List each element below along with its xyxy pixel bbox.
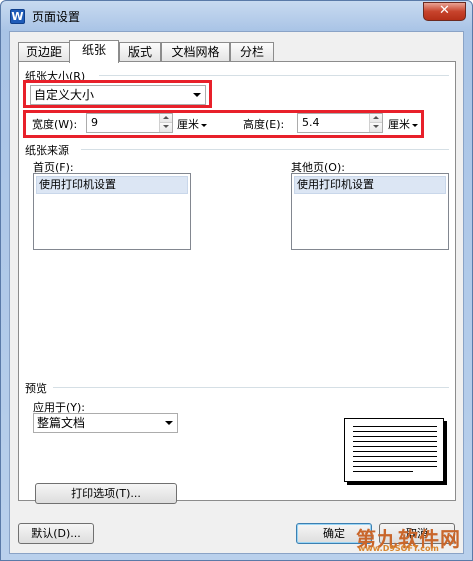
height-spinbox[interactable]: 5.4 <box>297 113 383 133</box>
chevron-down-icon <box>190 88 203 102</box>
caret-down-icon <box>412 123 418 127</box>
preview-line <box>353 466 437 467</box>
page-preview <box>344 418 444 482</box>
preview-line <box>353 441 437 442</box>
apply-to-selected: 整篇文档 <box>37 416 86 430</box>
spin-down-icon[interactable] <box>160 123 172 132</box>
width-unit-dropdown[interactable]: 厘米 <box>177 116 207 132</box>
group-divider <box>81 149 449 150</box>
close-button[interactable]: ✕ <box>423 2 466 21</box>
width-value: 9 <box>91 116 98 129</box>
spin-down-icon[interactable] <box>370 123 382 132</box>
tab-layout[interactable]: 版式 <box>119 42 161 62</box>
tab-margins[interactable]: 页边距 <box>18 42 70 62</box>
tab-columns[interactable]: 分栏 <box>230 42 274 62</box>
other-pages-list[interactable]: 使用打印机设置 <box>291 173 449 250</box>
preview-line <box>353 461 437 462</box>
width-spin-buttons <box>159 114 172 132</box>
chevron-down-icon <box>162 416 175 430</box>
watermark-url: www.D9SOFT.com <box>358 544 439 553</box>
tab-paper[interactable]: 纸张 <box>69 40 119 63</box>
paper-size-select[interactable]: 自定义大小 <box>30 85 206 105</box>
page-setup-dialog: W 页面设置 ✕ 页边距 纸张 版式 文档网格 分栏 纸张大小(R) 自定义大小… <box>0 0 473 561</box>
height-label: 高度(E): <box>243 118 285 131</box>
dialog-body: 页边距 纸张 版式 文档网格 分栏 纸张大小(R) 自定义大小 宽度(W): 9 <box>9 31 464 554</box>
list-item[interactable]: 使用打印机设置 <box>294 176 446 194</box>
print-options-button[interactable]: 打印选项(T)... <box>35 483 177 504</box>
apply-to-select[interactable]: 整篇文档 <box>33 413 178 433</box>
preview-line <box>353 456 437 457</box>
group-divider <box>53 387 449 388</box>
first-page-list[interactable]: 使用打印机设置 <box>33 173 191 250</box>
paper-size-selected: 自定义大小 <box>34 88 95 102</box>
preview-line <box>353 471 413 472</box>
preview-line <box>353 446 437 447</box>
site-watermark-logo: 第九软件网 www.D9SOFT.com <box>356 523 464 555</box>
tab-document-grid[interactable]: 文档网格 <box>161 42 230 62</box>
width-label: 宽度(W): <box>32 118 78 131</box>
preview-line <box>353 426 437 427</box>
preview-group-label: 预览 <box>25 382 47 395</box>
preview-line <box>353 431 437 432</box>
spin-up-icon[interactable] <box>370 114 382 123</box>
list-item[interactable]: 使用打印机设置 <box>36 176 188 194</box>
caret-down-icon <box>201 123 207 127</box>
group-divider <box>99 75 449 76</box>
height-value: 5.4 <box>302 116 320 129</box>
default-button[interactable]: 默认(D)... <box>18 523 94 544</box>
height-unit: 厘米 <box>388 118 410 131</box>
wps-writer-icon: W <box>10 9 25 24</box>
title-bar: W 页面设置 ✕ <box>1 1 472 31</box>
height-unit-dropdown[interactable]: 厘米 <box>388 116 418 132</box>
paper-source-group-label: 纸张来源 <box>25 144 69 157</box>
preview-line <box>353 451 437 452</box>
spin-up-icon[interactable] <box>160 114 172 123</box>
width-unit: 厘米 <box>177 118 199 131</box>
width-spinbox[interactable]: 9 <box>86 113 173 133</box>
dialog-title: 页面设置 <box>32 10 81 24</box>
height-spin-buttons <box>369 114 382 132</box>
preview-line <box>353 436 437 437</box>
